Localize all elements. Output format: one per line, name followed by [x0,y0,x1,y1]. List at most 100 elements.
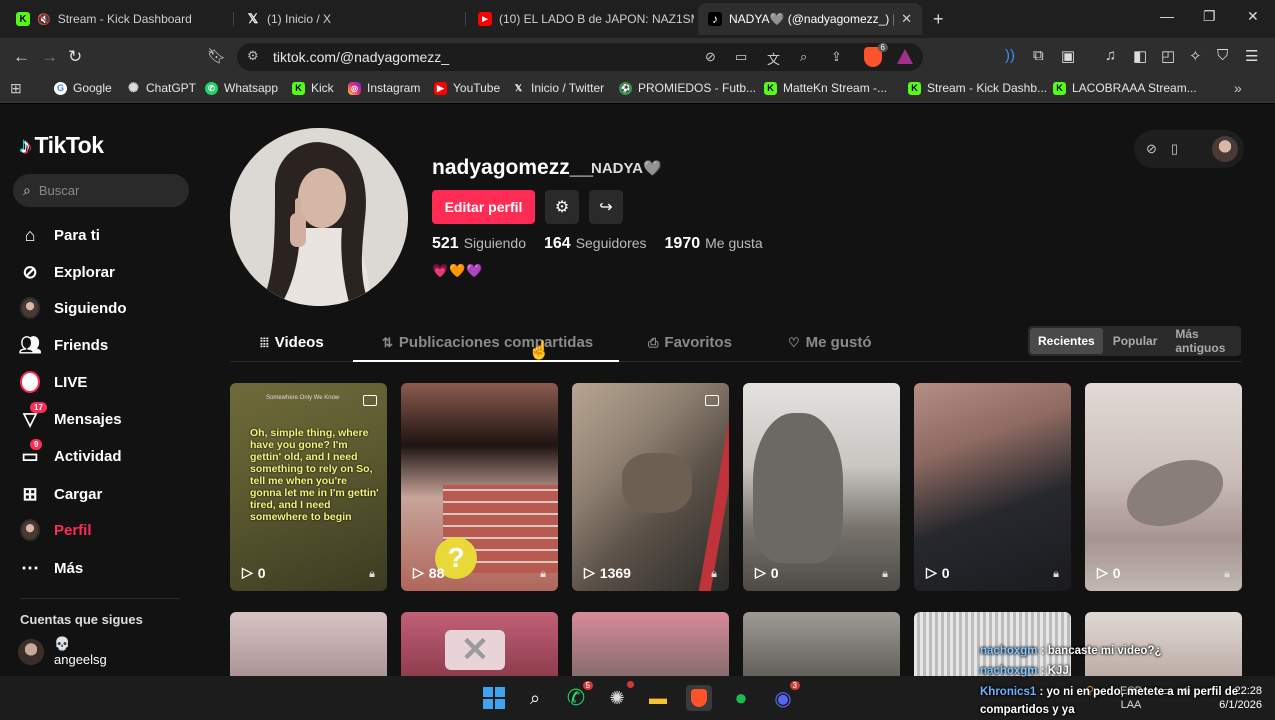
video-card[interactable]: ▷ 1369 🔒︎ [572,383,729,591]
sort-mas-antiguos[interactable]: Más antiguos [1167,327,1239,355]
site-settings-icon[interactable]: ⚙ [247,48,259,64]
close-window-button[interactable]: ✕ [1247,8,1259,25]
compass-icon[interactable]: ⊘ [1146,141,1157,157]
brave-browser-icon[interactable] [686,685,712,711]
bookmark-item[interactable]: K Stream - Kick Dashb... [908,81,1047,95]
chatgpt-icon[interactable]: ✺ [604,681,634,711]
sidebar-toggle-icon[interactable]: ◧ [1133,47,1147,65]
no-tracking-icon[interactable]: ⊘ [705,49,716,65]
bookmark-item[interactable]: ⚽ PROMIEDOS - Futb... [619,81,756,95]
following-account[interactable]: 💀 angeelsg [18,636,107,668]
video-card[interactable] [230,612,387,676]
tab-videos[interactable]: ⦙⦙⦙ Videos [260,334,324,351]
nav-item-cargar[interactable]: ⊞ Cargar [20,484,102,504]
device-icon[interactable]: ▯ [1171,141,1178,157]
leo-sparkle-icon[interactable]: ✧ [1189,47,1202,65]
brave-rewards-icon[interactable] [897,49,913,64]
bookmark-item[interactable]: K MatteKn Stream -... [764,81,887,95]
nav-item-mensajes[interactable]: ▽ 17 Mensajes [20,402,122,429]
forward-button[interactable]: → [41,47,58,67]
media-icon[interactable]: ♫ [1105,47,1116,64]
video-card[interactable]: ▷ 0 🔒︎ [914,383,1071,591]
browser-tab-active[interactable]: ♪ NADYA🩶 (@nadyagomezz_) | ✕ [698,3,922,35]
bookmark-item[interactable]: G Google [54,81,112,95]
tab-publicaciones-compartidas[interactable]: ⇅ Publicaciones compartidas [382,334,593,351]
whatsapp-icon[interactable]: ✆ 5 [563,681,593,711]
edit-profile-button[interactable]: Editar perfil [432,190,535,224]
browser-tab[interactable]: 𝕏 (1) Inicio / X [236,6,462,32]
video-views: ▷ 0 [242,564,266,581]
stat-followers[interactable]: 164 Seguidores [544,235,647,253]
tiktok-logo[interactable]: ♪ TikTok [20,132,104,159]
nav-label: Cargar [54,485,103,503]
apps-grid-icon[interactable]: ⊞ [10,80,22,97]
bookmark-page-icon[interactable]: 🔖︎ [207,47,226,65]
vpn-shield-icon[interactable]: ⛉ [1217,47,1228,64]
windows-start-icon[interactable] [481,685,507,711]
tab-favoritos[interactable]: ⎙ Favoritos [648,334,732,351]
profile-username: nadyagomezz__ [432,156,594,179]
bookmark-item[interactable]: K LACOBRAAA Stream... [1053,81,1197,95]
search-icon[interactable]: ⌕ [522,685,548,711]
account-nickname: 💀 [54,636,71,651]
nav-item-friends[interactable]: 👥︎ Friends [19,335,109,355]
video-card[interactable]: ▷ 0 🔒︎ [1085,383,1242,591]
address-bar[interactable]: ⚙ tiktok.com/@nadyagomezz_ ⊘ ▭ 文 ⌕ ⇪ 6 [237,43,923,71]
nav-item-mas[interactable]: ⋯ Más [20,558,83,578]
translate-icon[interactable]: 文 [767,49,780,68]
tab-label: Videos [274,334,324,351]
chevron-right-icon[interactable]: » [1234,80,1242,96]
extensions-icon[interactable]: ⧉ [1033,47,1044,64]
bookmark-item[interactable]: ✺ ChatGPT [127,80,196,95]
nav-item-explorar[interactable]: ⊘ Explorar [20,262,114,282]
bookmark-item[interactable]: K Kick [292,81,334,95]
search-box[interactable]: ⌕ [13,174,189,207]
menu-icon[interactable]: ☰ [1245,47,1258,65]
spotify-icon[interactable]: ● [728,685,754,711]
back-button[interactable]: ← [13,47,30,67]
video-card[interactable]: ✕ [401,612,558,676]
bookmark-item[interactable]: 𝕏 Inicio / Twitter [512,81,604,95]
file-explorer-icon[interactable]: ▬ [645,685,671,711]
wallet-icon[interactable]: ◰ [1161,47,1175,65]
cast-icon[interactable]: ▭ [735,49,747,65]
bookmark-item[interactable]: ▶ YouTube [434,81,500,95]
stat-following[interactable]: 521 Siguiendo [432,235,526,253]
browser-tab[interactable]: ▶ (10) EL LADO B de JAPON: NAZ1SMO [468,6,694,32]
settings-button[interactable]: ⚙ [545,190,579,224]
nav-item-live[interactable]: LIVE [20,371,87,393]
share-icon[interactable]: ⇪ [831,49,842,65]
video-card[interactable]: Somewhere Only We Know Oh, simple thing,… [230,383,387,591]
minimize-button[interactable]: — [1160,8,1174,24]
new-tab-button[interactable]: + [933,9,944,30]
sort-recientes[interactable]: Recientes [1030,328,1103,354]
nav-item-para-ti[interactable]: ⌂ Para ti [20,225,100,245]
reload-button[interactable]: ↻ [68,47,82,67]
url-text[interactable]: tiktok.com/@nadyagomezz_ [273,49,449,65]
profile-avatar[interactable] [230,128,408,306]
search-input[interactable] [38,183,169,198]
sort-popular[interactable]: Popular [1105,328,1166,354]
reading-list-icon[interactable]: ▣ [1061,47,1075,65]
video-card[interactable]: ? ▷ 88 🔒︎ [401,383,558,591]
nav-item-actividad[interactable]: ▭ 9 Actividad [20,439,122,466]
share-profile-button[interactable]: ↪ [589,190,623,224]
discord-icon[interactable]: ◉ 3 [770,681,800,711]
restore-button[interactable]: ❐ [1203,8,1216,25]
bookmark-item[interactable]: ✆ Whatsapp [205,81,278,95]
video-card[interactable] [743,612,900,676]
nav-item-siguiendo[interactable]: Siguiendo [20,297,127,319]
video-card[interactable]: ▷ 0 🔒︎ [743,383,900,591]
close-tab-icon[interactable]: ✕ [901,11,912,27]
bookmark-item[interactable]: ◎ Instagram [348,81,420,95]
avatar[interactable] [1212,136,1238,162]
zoom-icon[interactable]: ⌕ [800,49,807,65]
tab-me-gusto[interactable]: ♡ Me gustó [788,334,872,351]
leo-ai-icon[interactable]: )) [1005,47,1015,64]
brave-shields-icon[interactable]: 6 [864,43,888,67]
browser-tab[interactable]: K 🔇 Stream - Kick Dashboard [6,6,232,32]
nav-label: Para ti [54,226,100,244]
nav-item-perfil[interactable]: Perfil [20,519,92,541]
video-card[interactable] [572,612,729,676]
speaker-muted-icon[interactable]: 🔇 [37,13,51,26]
